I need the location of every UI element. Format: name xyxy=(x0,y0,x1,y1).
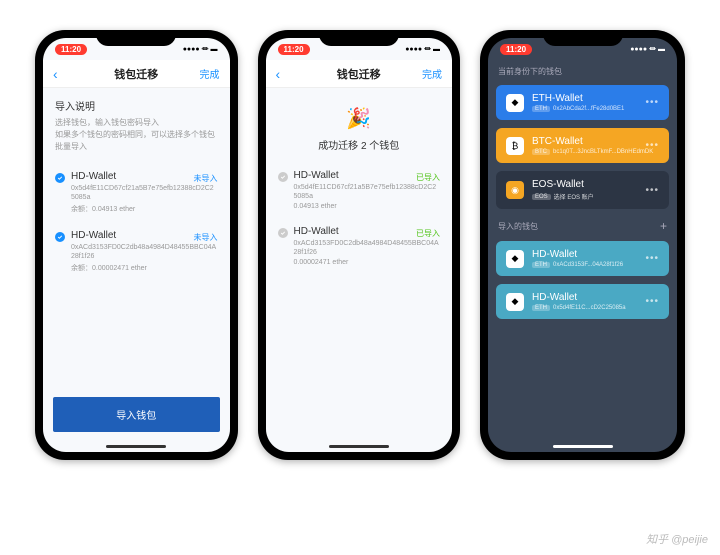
phone-2: 11:20 ●●●● ⏛ ▬ ‹ 钱包迁移 完成 🎉 成功迁移 2 个钱包 HD… xyxy=(258,30,461,460)
back-icon[interactable]: ‹ xyxy=(276,66,281,82)
wallet-card-eos[interactable]: ◉ EOS-Wallet EOS选择 EOS 账户 ••• xyxy=(496,171,669,209)
time: 11:20 xyxy=(278,44,310,55)
wallet-balance: 余额：0.00002471 ether xyxy=(71,263,218,273)
wallet-card-btc[interactable]: ₿ BTC-Wallet BTCbc1q0T...3JncBLTkmF...DB… xyxy=(496,128,669,163)
chain-badge: ETH xyxy=(532,106,550,112)
time: 11:20 xyxy=(55,44,87,55)
more-icon[interactable]: ••• xyxy=(645,97,659,108)
check-icon xyxy=(278,172,288,182)
card-name: HD-Wallet xyxy=(532,249,645,260)
wallet-address: 0xACd3153FD0C2db48a4984D48455BBC04A28f1f… xyxy=(294,239,441,257)
intro-title: 导入说明 xyxy=(55,98,218,113)
success-text: 成功迁移 2 个钱包 xyxy=(266,137,453,152)
intro-line1: 选择钱包，输入钱包密码导入 xyxy=(55,117,218,129)
more-icon[interactable]: ••• xyxy=(645,185,659,196)
time: 11:20 xyxy=(500,44,532,55)
card-address: 0x5d4fE11C...cD2C25085a xyxy=(553,305,626,311)
card-address: 0x2AbCda2f...fFe28d0BE1 xyxy=(553,106,624,112)
chain-badge: ETH xyxy=(532,305,550,311)
section-title: 当前身份下的钱包 xyxy=(498,66,562,77)
wallet-icon: ◆ xyxy=(506,293,524,311)
chain-badge: ETH xyxy=(532,262,550,268)
check-icon[interactable] xyxy=(55,232,65,242)
intro-line2: 如果多个钱包的密码相同，可以选择多个钱包批量导入 xyxy=(55,129,218,153)
import-button[interactable]: 导入钱包 xyxy=(53,397,220,432)
card-address: 0xACd3153F...04A28f1f26 xyxy=(553,262,623,268)
nav-bar: ‹ 钱包迁移 完成 xyxy=(266,60,453,88)
wallet-address: 0xACd3153FD0C2db48a4984D48455BBC04A28f1f… xyxy=(71,243,218,261)
nav-title: 钱包迁移 xyxy=(337,66,381,82)
section-title: 导入的钱包 xyxy=(498,221,538,232)
wallet-status: 未导入 xyxy=(194,232,218,243)
card-name: EOS-Wallet xyxy=(532,179,645,190)
chain-badge: EOS xyxy=(532,194,551,200)
wallet-address: 0x5d4fE11CD67cf21a5B7e75efb12388cD2C2508… xyxy=(294,183,441,201)
section-header: 当前身份下的钱包 xyxy=(488,60,677,81)
phone-3: 11:20 ●●●● ⏛ ▬ 当前身份下的钱包 ◆ ETH-Wallet ETH… xyxy=(480,30,685,460)
btc-icon: ₿ xyxy=(506,137,524,155)
chain-badge: BTC xyxy=(532,149,550,155)
card-name: ETH-Wallet xyxy=(532,93,645,104)
wallet-card-hd1[interactable]: ◆ HD-Wallet ETH0xACd3153F...04A28f1f26 •… xyxy=(496,241,669,276)
wallet-row[interactable]: HD-Wallet 0xACd3153FD0C2db48a4984D48455B… xyxy=(266,218,453,274)
wallet-row[interactable]: HD-Wallet 0x5d4fE11CD67cf21a5B7e75efb123… xyxy=(266,162,453,218)
check-icon[interactable] xyxy=(55,173,65,183)
eos-icon: ◉ xyxy=(506,181,524,199)
more-icon[interactable]: ••• xyxy=(645,140,659,151)
wallet-address: 0x5d4fE11CD67cf21a5B7e75efb12388cD2C2508… xyxy=(71,184,218,202)
more-icon[interactable]: ••• xyxy=(645,296,659,307)
eth-icon: ◆ xyxy=(506,94,524,112)
wallet-balance: 0.04913 ether xyxy=(294,203,441,210)
wallet-balance: 余额：0.04913 ether xyxy=(71,204,218,214)
card-address: 选择 EOS 账户 xyxy=(554,192,594,201)
card-name: BTC-Wallet xyxy=(532,136,645,147)
wallet-card-hd2[interactable]: ◆ HD-Wallet ETH0x5d4fE11C...cD2C25085a •… xyxy=(496,284,669,319)
done-button[interactable]: 完成 xyxy=(200,66,220,81)
done-button[interactable]: 完成 xyxy=(422,66,442,81)
indicators: ●●●● ⏛ ▬ xyxy=(405,44,440,54)
nav-title: 钱包迁移 xyxy=(114,66,158,82)
back-icon[interactable]: ‹ xyxy=(53,66,58,82)
wallet-status: 已导入 xyxy=(416,172,440,183)
more-icon[interactable]: ••• xyxy=(645,253,659,264)
indicators: ●●●● ⏛ ▬ xyxy=(630,44,665,54)
confetti-icon: 🎉 xyxy=(266,106,453,131)
section-header: 导入的钱包 + xyxy=(488,213,677,237)
nav-bar: ‹ 钱包迁移 完成 xyxy=(43,60,230,88)
add-icon[interactable]: + xyxy=(660,219,667,233)
wallet-row[interactable]: HD-Wallet 0xACd3153FD0C2db48a4984D48455B… xyxy=(43,222,230,281)
check-icon xyxy=(278,228,288,238)
wallet-icon: ◆ xyxy=(506,250,524,268)
wallet-status: 未导入 xyxy=(194,173,218,184)
wallet-balance: 0.00002471 ether xyxy=(294,259,441,266)
phone-1: 11:20 ●●●● ⏛ ▬ ‹ 钱包迁移 完成 导入说明 选择钱包，输入钱包密… xyxy=(35,30,238,460)
indicators: ●●●● ⏛ ▬ xyxy=(183,44,218,54)
wallet-status: 已导入 xyxy=(416,228,440,239)
card-address: bc1q0T...3JncBLTkmF...DBnHEdmDK xyxy=(553,149,653,155)
card-name: HD-Wallet xyxy=(532,292,645,303)
wallet-row[interactable]: HD-Wallet 0x5d4fE11CD67cf21a5B7e75efb123… xyxy=(43,163,230,222)
watermark: 知乎 @peijie xyxy=(646,531,708,547)
intro-section: 导入说明 选择钱包，输入钱包密码导入 如果多个钱包的密码相同，可以选择多个钱包批… xyxy=(43,88,230,163)
success-section: 🎉 成功迁移 2 个钱包 xyxy=(266,88,453,162)
wallet-card-eth[interactable]: ◆ ETH-Wallet ETH0x2AbCda2f...fFe28d0BE1 … xyxy=(496,85,669,120)
